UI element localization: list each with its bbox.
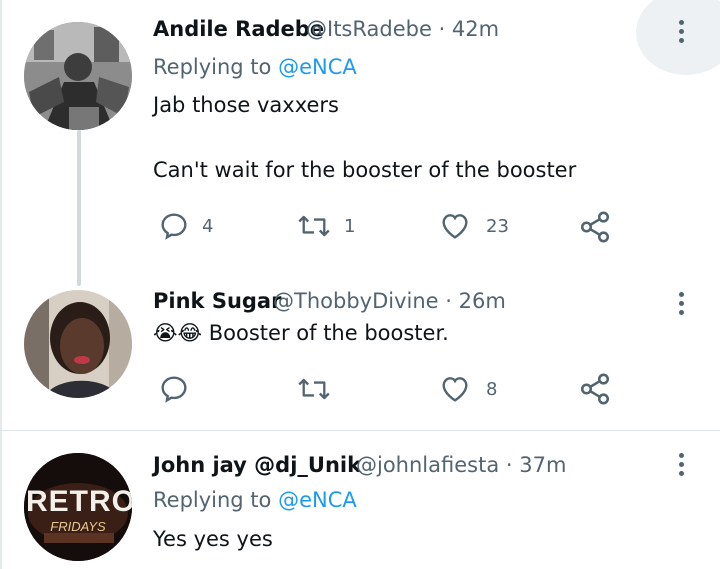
emoji: 😭😂 <box>153 321 203 345</box>
tweet-1[interactable]: Andile Radebe @ItsRadebe · 42m Replying … <box>0 0 720 290</box>
retweet-button[interactable]: 1 <box>296 210 355 242</box>
reply-button[interactable] <box>158 373 190 405</box>
avatar-logo-subtext: FRIDAYS <box>50 519 106 534</box>
author-handle-and-time[interactable]: @ItsRadebe · 42m <box>306 17 499 41</box>
replying-to: Replying to @eNCA <box>153 55 357 79</box>
heart-icon <box>442 214 468 239</box>
like-button[interactable]: 8 <box>438 373 497 405</box>
author-name[interactable]: John jay @dj_Unik <box>153 453 361 477</box>
share-icon <box>580 373 610 405</box>
tweet-text: Yes yes yes <box>153 527 273 551</box>
tweet-time[interactable]: · 42m <box>439 17 500 41</box>
avatar-photo <box>24 22 132 130</box>
author-handle[interactable]: @ThobbyDivine <box>273 289 439 313</box>
tweet-text-line-1: Jab those vaxxers <box>153 93 339 117</box>
tweet-text: 😭😂 Booster of the booster. <box>153 321 449 345</box>
author-handle-and-time[interactable]: @johnlafiesta · 37m <box>356 453 566 477</box>
author-name[interactable]: Andile Radebe <box>153 17 324 41</box>
tweet-text-line-2: Can't wait for the booster of the booste… <box>153 158 577 182</box>
like-count: 23 <box>486 215 509 237</box>
avatar-photo <box>24 290 132 398</box>
tweet-3[interactable]: RETRO FRIDAYS John jay @dj_Unik @johnlaf… <box>0 431 720 569</box>
author-name[interactable]: Pink Sugar <box>153 289 281 313</box>
retweet-icon <box>298 378 330 400</box>
avatar-logo-text: RETRO <box>26 485 132 518</box>
replying-label: Replying to <box>153 55 272 79</box>
author-handle[interactable]: @johnlafiesta <box>356 453 499 477</box>
reply-button[interactable]: 4 <box>158 210 213 242</box>
more-options-icon[interactable] <box>676 451 686 481</box>
share-button[interactable] <box>578 372 612 406</box>
tweet-2[interactable]: Pink Sugar @ThobbyDivine · 26m 😭😂 Booste… <box>0 286 720 426</box>
tweet-time[interactable]: · 26m <box>445 289 506 313</box>
reply-count: 4 <box>202 215 214 237</box>
share-icon <box>580 211 610 243</box>
tweet-time[interactable]: · 37m <box>506 453 567 477</box>
retweet-count: 1 <box>344 215 356 237</box>
reply-icon <box>161 213 187 240</box>
more-options-icon[interactable] <box>676 290 686 320</box>
avatar[interactable] <box>24 22 132 130</box>
share-button[interactable] <box>578 210 612 244</box>
like-count: 8 <box>486 378 498 400</box>
like-button[interactable]: 23 <box>438 210 509 242</box>
retweet-button[interactable] <box>296 373 332 405</box>
author-handle-and-time[interactable]: @ThobbyDivine · 26m <box>273 289 506 313</box>
mention-link[interactable]: @eNCA <box>278 488 357 512</box>
more-options-icon[interactable] <box>676 18 686 48</box>
thread-connector <box>77 130 81 286</box>
replying-label: Replying to <box>153 488 272 512</box>
avatar[interactable] <box>24 290 132 398</box>
heart-icon <box>442 377 468 402</box>
avatar[interactable]: RETRO FRIDAYS <box>24 453 132 561</box>
reply-icon <box>161 376 187 403</box>
tweet-text-content: Booster of the booster. <box>208 321 449 345</box>
replying-to: Replying to @eNCA <box>153 488 357 512</box>
retweet-icon <box>298 215 330 237</box>
mention-link[interactable]: @eNCA <box>278 55 357 79</box>
author-handle[interactable]: @ItsRadebe <box>306 17 432 41</box>
